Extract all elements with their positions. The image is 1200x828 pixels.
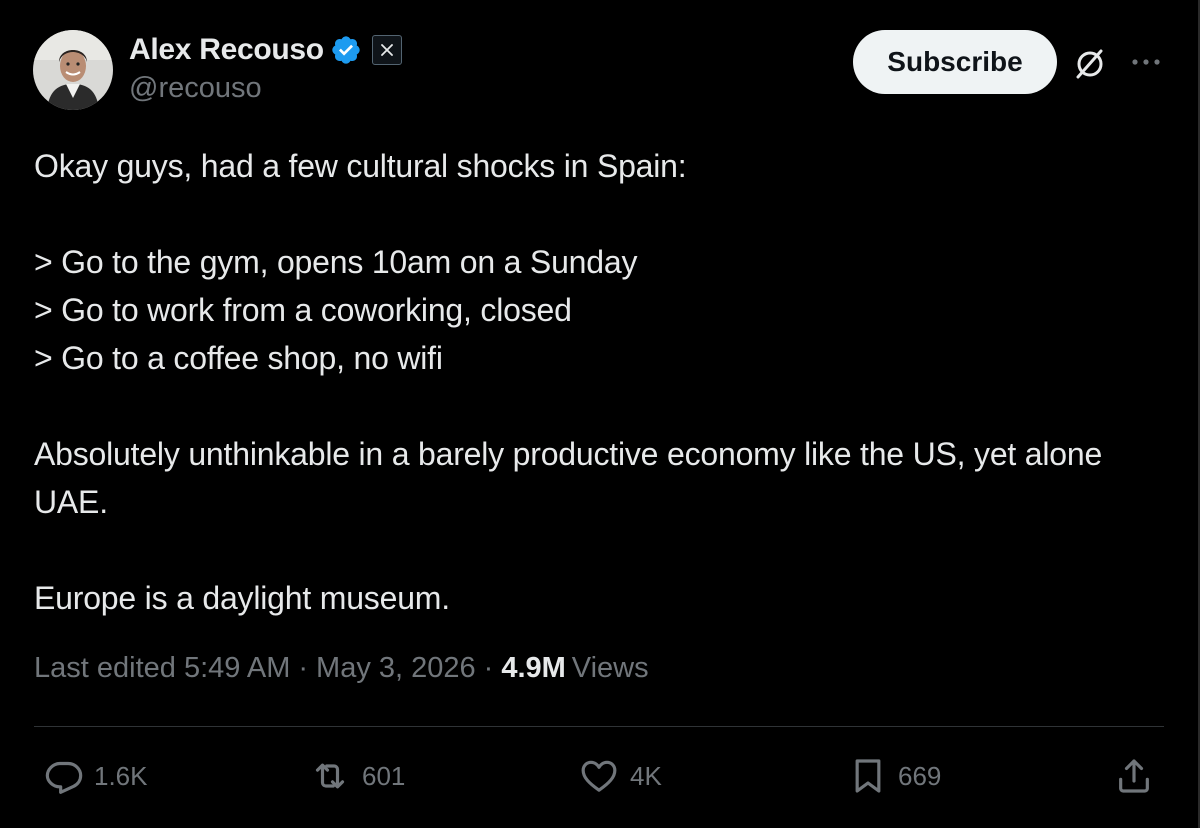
tweet-line: Absolutely unthinkable in a barely produ… xyxy=(34,436,1111,520)
more-icon[interactable] xyxy=(1126,48,1166,76)
retweet-count: 601 xyxy=(362,760,406,791)
verified-badge-icon[interactable] xyxy=(330,34,362,66)
share-button[interactable] xyxy=(1114,754,1154,798)
author-handle[interactable]: @recouso xyxy=(129,72,262,105)
author-display-name[interactable]: Alex Recouso xyxy=(129,33,324,67)
like-button[interactable]: 4K xyxy=(578,754,662,798)
tweet-line: > Go to the gym, opens 10am on a Sunday xyxy=(34,244,638,280)
meta-separator: · xyxy=(298,652,309,684)
bookmark-icon xyxy=(855,759,881,793)
reply-count: 1.6K xyxy=(94,760,148,791)
tweet-date[interactable]: May 3, 2026 xyxy=(316,652,476,685)
heart-icon xyxy=(581,760,617,792)
like-count: 4K xyxy=(630,760,662,791)
tweet-line: > Go to a coffee shop, no wifi xyxy=(34,340,443,376)
tweet-line: > Go to work from a coworking, closed xyxy=(34,292,572,328)
views-count[interactable]: 4.9M xyxy=(501,652,565,685)
tweet-time[interactable]: 5:49 AM xyxy=(184,652,290,685)
reply-icon xyxy=(45,761,83,794)
grok-icon[interactable] xyxy=(1070,44,1110,84)
views-label[interactable]: Views xyxy=(572,652,649,685)
share-icon xyxy=(1119,759,1149,793)
reply-button[interactable]: 1.6K xyxy=(44,754,148,798)
tweet-meta: Last edited 5:49 AM · May 3, 2026 · 4.9M… xyxy=(34,652,649,685)
avatar-image xyxy=(33,30,113,110)
bookmark-count: 669 xyxy=(898,760,942,791)
tweet-text: Okay guys, had a few cultural shocks in … xyxy=(34,142,1164,622)
divider xyxy=(34,726,1164,727)
tweet-line: Europe is a daylight museum. xyxy=(34,580,450,616)
avatar[interactable] xyxy=(33,30,113,110)
x-logo-icon[interactable] xyxy=(371,35,402,65)
edited-label[interactable]: Last edited xyxy=(34,652,176,685)
author-name-row: Alex Recouso xyxy=(129,30,402,70)
meta-separator: · xyxy=(483,652,494,684)
subscribe-button[interactable]: Subscribe xyxy=(853,30,1057,94)
retweet-icon xyxy=(315,763,345,789)
retweet-button[interactable]: 601 xyxy=(308,754,405,798)
bookmark-button[interactable]: 669 xyxy=(848,754,941,798)
tweet-line: Okay guys, had a few cultural shocks in … xyxy=(34,148,687,184)
